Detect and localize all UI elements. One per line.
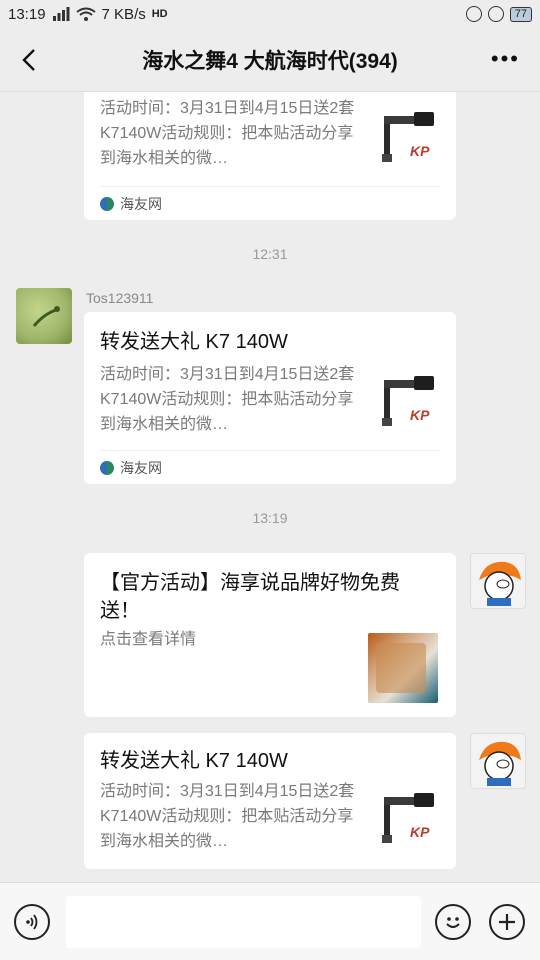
back-arrow-icon[interactable]: [14, 44, 46, 76]
svg-text:KP: KP: [410, 143, 430, 159]
avatar[interactable]: [16, 288, 72, 344]
card-source: 海友网: [100, 186, 440, 220]
source-name: 海友网: [120, 459, 162, 476]
lock-icon: [487, 6, 504, 22]
message-input[interactable]: [66, 896, 421, 948]
source-name: 海友网: [120, 195, 162, 212]
card-title: 转发送大礼 K7 140W: [100, 331, 288, 353]
sync-icon: [465, 6, 482, 22]
card-thumbnail: [368, 633, 438, 703]
status-time: 13:19: [8, 5, 46, 23]
source-logo-icon: [100, 196, 114, 211]
link-card[interactable]: 转发送大礼 K7 140W 活动时间：3月31日到4月15日送2套K7140W活…: [84, 312, 456, 484]
avatar[interactable]: [470, 553, 526, 609]
chat-title: 海水之舞4 大航海时代(394): [142, 49, 398, 73]
plus-icon: [499, 914, 515, 930]
card-description: 活动时间：3月31日到4月15日送2套K7140W活动规则：把本贴活动分享到海水…: [100, 783, 355, 850]
link-card[interactable]: 活动时间：3月31日到4月15日送2套K7140W活动规则：把本贴活动分享到海水…: [84, 92, 456, 220]
input-bar: [0, 882, 540, 960]
sender-name: Tos123911: [86, 290, 154, 306]
plus-button[interactable]: [489, 904, 525, 940]
card-thumbnail: KP: [374, 785, 444, 855]
wifi-icon: [75, 7, 96, 21]
card-title: 转发送大礼 K7 140W: [100, 750, 288, 772]
voice-icon: [26, 914, 38, 930]
avatar[interactable]: [470, 733, 526, 789]
hd-badge: HD: [151, 8, 168, 20]
svg-text:KP: KP: [410, 824, 430, 840]
card-title: 【官方活动】海享说品牌好物免费送！: [100, 572, 400, 622]
card-description: 点击查看详情: [100, 631, 197, 648]
card-thumbnail: KP: [374, 104, 444, 174]
card-thumbnail: KP: [374, 368, 444, 438]
card-source: 海友网: [100, 450, 440, 484]
chat-header: 海水之舞4 大航海时代(394) •••: [0, 28, 540, 92]
svg-text:KP: KP: [410, 407, 430, 423]
emoji-icon: [446, 917, 460, 928]
timestamp: 13:19: [252, 510, 288, 526]
chat-area[interactable]: 活动时间：3月31日到4月15日送2套K7140W活动规则：把本贴活动分享到海水…: [0, 92, 540, 882]
link-card[interactable]: 转发送大礼 K7 140W 活动时间：3月31日到4月15日送2套K7140W活…: [84, 733, 456, 869]
card-description: 活动时间：3月31日到4月15日送2套K7140W活动规则：把本贴活动分享到海水…: [100, 100, 355, 167]
voice-button[interactable]: [14, 904, 50, 940]
emoji-button[interactable]: [435, 904, 471, 940]
more-icon[interactable]: •••: [491, 46, 520, 72]
battery-indicator: 77: [509, 6, 532, 22]
source-logo-icon: [100, 460, 114, 475]
signal-icon: [52, 7, 70, 21]
network-speed: 7 KB/s: [101, 5, 146, 23]
card-description: 活动时间：3月31日到4月15日送2套K7140W活动规则：把本贴活动分享到海水…: [100, 366, 355, 433]
status-bar: 13:19 7 KB/s HD 77: [0, 0, 540, 28]
link-card[interactable]: 【官方活动】海享说品牌好物免费送！ 点击查看详情: [84, 553, 456, 717]
timestamp: 12:31: [252, 246, 288, 262]
